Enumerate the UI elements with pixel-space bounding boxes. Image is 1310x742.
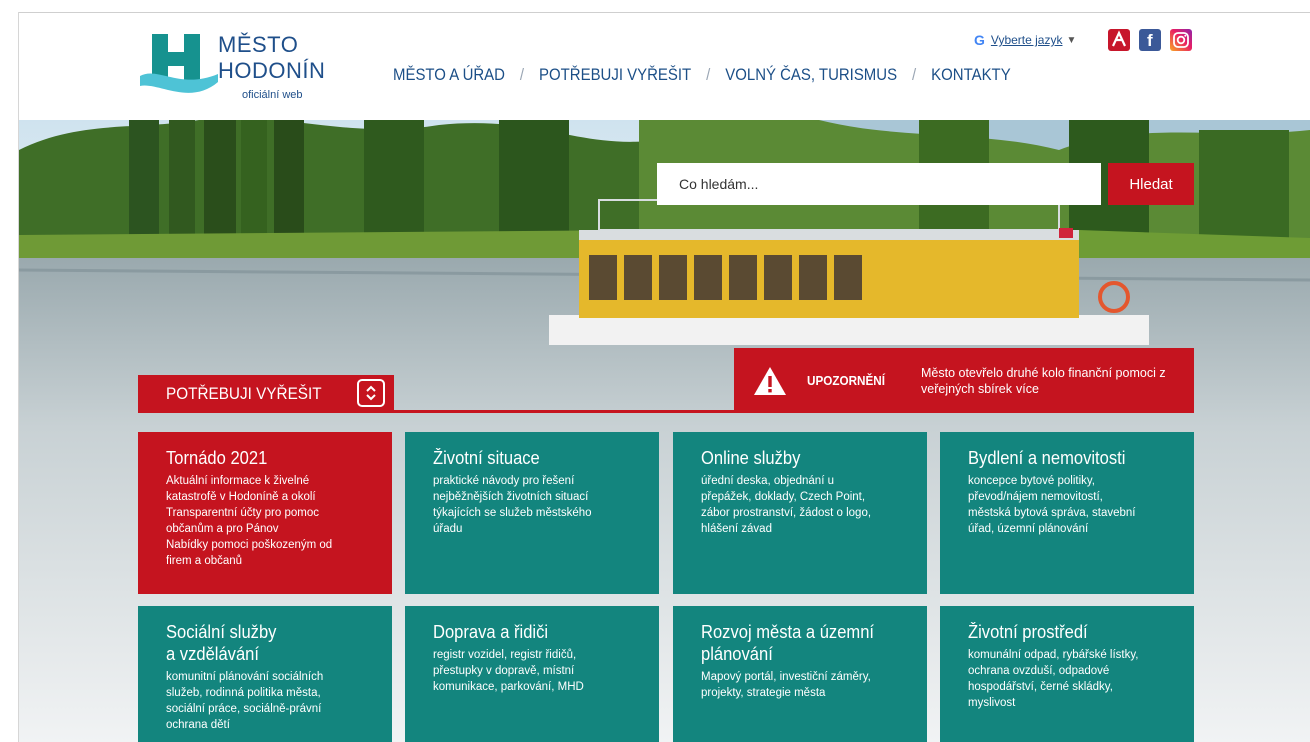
tile-description: koncepce bytové politiky, převod/nájem n… bbox=[968, 475, 1136, 535]
facebook-icon[interactable]: f bbox=[1139, 29, 1161, 51]
logo-title-line1: MĚSTO bbox=[218, 32, 299, 57]
language-selector-label[interactable]: Vyberte jazyk bbox=[991, 33, 1063, 47]
tile-zivotni-prostredi[interactable]: Životní prostředí komunální odpad, rybář… bbox=[940, 606, 1194, 742]
instagram-icon[interactable] bbox=[1170, 29, 1192, 51]
app-icon[interactable] bbox=[1108, 29, 1130, 51]
chevron-down-icon: ▼ bbox=[1066, 34, 1077, 46]
search-input[interactable] bbox=[657, 163, 1101, 205]
tile-description: komunitní plánování sociálních služeb, r… bbox=[166, 671, 324, 731]
main-navigation: MĚSTO A ÚŘAD / POTŘEBUJI VYŘEŠIT / VOLNÝ… bbox=[393, 65, 1011, 85]
expand-toggle-button[interactable] bbox=[357, 379, 385, 407]
tile-description: úřední deska, objednání u přepážek, dokl… bbox=[701, 475, 872, 535]
logo-subtitle: oficiální web bbox=[242, 89, 303, 101]
tile-title: Rozvoj města a územní plánování bbox=[701, 622, 875, 664]
nav-item-kontakty[interactable]: KONTAKTY bbox=[931, 65, 1011, 85]
alert-message: Město otevřelo druhé kolo finanční pomoc… bbox=[921, 365, 1186, 397]
tile-title: Doprava a řidiči bbox=[433, 622, 549, 642]
tile-description: komunální odpad, rybářské lístky, ochran… bbox=[968, 649, 1139, 709]
site-logo[interactable]: MĚSTO HODONÍN oficiální web bbox=[140, 30, 340, 110]
alert-message-text: Město otevřelo druhé kolo finanční pomoc… bbox=[921, 366, 1166, 396]
tile-description: Aktuální informace k živelné katastrofě … bbox=[166, 475, 333, 567]
logo-title-line2: HODONÍN bbox=[218, 58, 326, 83]
nav-separator: / bbox=[912, 65, 917, 84]
nav-separator: / bbox=[519, 65, 525, 84]
tile-title: Sociální služby a vzdělávání bbox=[166, 622, 277, 664]
nav-separator: / bbox=[706, 65, 711, 84]
tile-socialni-sluzby[interactable]: Sociální služby a vzdělávání komunitní p… bbox=[138, 606, 392, 742]
tile-bydleni-a-nemovitosti[interactable]: Bydlení a nemovitosti koncepce bytové po… bbox=[940, 432, 1194, 594]
tile-zivotni-situace[interactable]: Životní situace praktické návody pro řeš… bbox=[405, 432, 659, 594]
tile-description: registr vozidel, registr řidičů, přestup… bbox=[433, 649, 584, 693]
tile-title: Životní situace bbox=[433, 448, 540, 468]
chevron-up-down-icon bbox=[366, 385, 376, 401]
tile-rozvoj-mesta[interactable]: Rozvoj města a územní plánování Mapový p… bbox=[673, 606, 927, 742]
language-selector[interactable]: G Vyberte jazyk ▼ bbox=[974, 32, 1076, 48]
google-icon: G bbox=[974, 32, 985, 48]
alert-banner: UPOZORNĚNÍ Město otevřelo druhé kolo fin… bbox=[734, 348, 1194, 413]
search-button[interactable]: Hledat bbox=[1108, 163, 1194, 205]
tile-title: Bydlení a nemovitosti bbox=[968, 448, 1126, 468]
tile-title: Tornádo 2021 bbox=[166, 448, 268, 468]
nav-item-volny-cas[interactable]: VOLNÝ ČAS, TURISMUS bbox=[725, 65, 897, 85]
nav-item-mesto-a-urad[interactable]: MĚSTO A ÚŘAD bbox=[393, 65, 505, 85]
alert-more-link[interactable]: více bbox=[1016, 382, 1039, 396]
tile-tornado-2021[interactable]: Tornádo 2021 Aktuální informace k živeln… bbox=[138, 432, 392, 594]
warning-icon bbox=[754, 367, 786, 395]
tile-title: Online služby bbox=[701, 448, 801, 468]
tile-description: praktické návody pro řešení nejběžnějšíc… bbox=[433, 475, 592, 535]
tile-description: Mapový portál, investiční záměry, projek… bbox=[701, 671, 871, 699]
alert-label: UPOZORNĚNÍ bbox=[807, 373, 886, 388]
page-frame-top bbox=[18, 12, 1310, 13]
tile-doprava-a-ridici[interactable]: Doprava a řidiči registr vozidel, regist… bbox=[405, 606, 659, 742]
tile-title: Životní prostředí bbox=[968, 622, 1088, 642]
section-title: POTŘEBUJI VYŘEŠIT bbox=[166, 384, 322, 403]
nav-item-potrebuji-vyresit[interactable]: POTŘEBUJI VYŘEŠIT bbox=[539, 65, 691, 85]
section-header: POTŘEBUJI VYŘEŠIT bbox=[138, 375, 394, 413]
tile-online-sluzby[interactable]: Online služby úřední deska, objednání u … bbox=[673, 432, 927, 594]
logo-h-icon bbox=[140, 34, 218, 93]
